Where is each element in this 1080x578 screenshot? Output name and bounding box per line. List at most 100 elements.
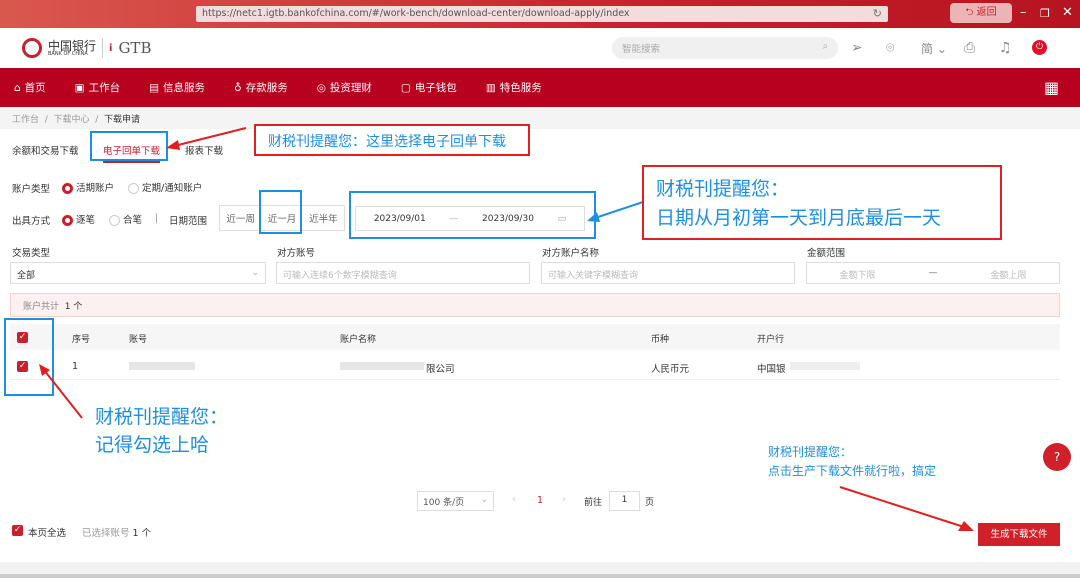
logout-icon[interactable]: ⏻ — [1032, 40, 1047, 55]
bell-icon[interactable]: ♫ — [999, 40, 1012, 56]
txn-type-label: 交易类型 — [12, 248, 51, 259]
prev-page-icon[interactable]: ‹ — [512, 494, 516, 505]
back-label: 返回 — [976, 7, 997, 18]
search-icon[interactable]: ⌕ — [823, 41, 828, 52]
range-week[interactable]: 近一周 — [226, 211, 255, 225]
col-no: 序号 — [72, 335, 91, 345]
radio-label: 逐笔 — [76, 215, 96, 226]
counter-name-label: 对方账户名称 — [542, 248, 600, 259]
nav-label: 信息服务 — [163, 82, 206, 94]
annotation-arrow — [166, 127, 247, 150]
language-label: 简 — [921, 42, 934, 56]
amount-max[interactable]: 金额上限 — [990, 268, 1026, 281]
page-select-all-checkbox[interactable]: ✓ — [12, 525, 23, 536]
amount-min[interactable]: 金额下限 — [839, 268, 875, 281]
nav-investment[interactable]: ◎ 投资理财 — [317, 80, 372, 95]
page-suffix: 页 — [645, 498, 655, 508]
summary-label: 账户共计 — [23, 302, 60, 312]
location-icon[interactable]: ⌾ — [886, 40, 894, 56]
col-bank: 开户行 — [757, 335, 785, 345]
redaction — [790, 362, 860, 370]
search-placeholder: 智能搜索 — [622, 44, 661, 55]
nav-label: 存款服务 — [245, 82, 288, 94]
reload-icon[interactable]: ↻ — [873, 7, 882, 20]
page-bottom — [0, 562, 1080, 578]
radio-itemized[interactable]: 逐笔 — [62, 212, 95, 226]
help-button[interactable]: ? — [1043, 443, 1071, 471]
table-header — [10, 324, 1060, 350]
logo-en: BANK OF CHINA — [48, 50, 88, 57]
print-icon[interactable]: ⎙ — [964, 40, 975, 56]
summary-count: 1 个 — [64, 302, 83, 312]
next-page-icon[interactable]: › — [562, 494, 566, 505]
crumb-download-center[interactable]: 下载中心 — [54, 115, 90, 125]
apps-grid-icon[interactable]: ▦ — [1044, 78, 1059, 97]
account-type-label: 账户类型 — [12, 184, 51, 195]
hint-line: 财税刊提醒您： — [95, 406, 229, 428]
amount-range-label: 金额范围 — [807, 248, 846, 259]
minimize-icon[interactable]: – — [1020, 5, 1027, 20]
nav-label: 特色服务 — [499, 82, 542, 94]
restore-icon[interactable]: ❐ — [1040, 7, 1050, 20]
counter-account-input[interactable]: 可输入连续6个数字模糊查询 — [276, 262, 530, 284]
annotation-generate-hint: 财税刊提醒您： 点击生产下载文件就行啦，搞定 — [768, 443, 936, 481]
nav-workbench[interactable]: ▣ 工作台 — [75, 80, 120, 95]
annotation-arrow — [839, 486, 974, 531]
cell-account-redacted — [129, 362, 195, 370]
radio-fixed-account[interactable]: 定期/通知账户 — [128, 180, 202, 194]
nav-special-services[interactable]: ▥ 特色服务 — [486, 80, 542, 95]
txn-type-select[interactable]: 全部 ⌄ — [10, 262, 266, 284]
selected-info: 已选择账号 1 个 — [82, 525, 151, 539]
hint-line: 日期从月初第一天到月底最后一天 — [656, 207, 942, 229]
close-icon[interactable]: ✕ — [1062, 5, 1073, 20]
tab-balance-transaction[interactable]: 余额和交易下载 — [12, 143, 79, 157]
nav-deposit-services[interactable]: ♁ 存款服务 — [234, 80, 288, 95]
back-button[interactable]: ⮌ 返回 — [950, 3, 1012, 23]
url-text: https://netc1.igtb.bankofchina.com/#/wor… — [202, 8, 630, 19]
search-input[interactable]: 智能搜索 ⌕ — [612, 37, 838, 59]
chevron-down-icon: ⌄ — [480, 495, 488, 505]
nav-e-wallet[interactable]: ▢ 电子钱包 — [401, 80, 457, 95]
selected-label: 已选择账号 — [82, 528, 130, 539]
counter-name-input[interactable]: 可输入关键字模糊查询 — [541, 262, 795, 284]
nav-label: 工作台 — [88, 82, 121, 94]
goto-page-input[interactable]: 1 — [609, 491, 640, 511]
redaction — [340, 362, 424, 370]
nav-label: 电子钱包 — [414, 82, 457, 94]
cell-currency: 人民币元 — [651, 364, 690, 375]
range-half-year[interactable]: 近半年 — [309, 211, 338, 225]
goto-label: 前往 — [584, 498, 603, 508]
nav-home[interactable]: ⌂ 首页 — [14, 80, 46, 95]
issue-method-label: 出具方式 — [12, 216, 51, 227]
generate-file-button[interactable]: 生成下载文件 — [978, 523, 1060, 546]
radio-combined[interactable]: 合笔 — [109, 212, 142, 226]
annotation-date-hint: 财税刊提醒您： 日期从月初第一天到月底最后一天 — [642, 165, 1002, 240]
radio-label: 活期账户 — [76, 183, 115, 194]
page-current[interactable]: 1 — [537, 495, 543, 506]
account-summary: 账户共计 1 个 — [10, 293, 1060, 317]
selected-count: 1 个 — [132, 528, 152, 539]
hint-line: 点击生产下载文件就行啦，搞定 — [768, 464, 937, 478]
annotation-arrow — [39, 364, 83, 419]
product-logo: GTB — [118, 39, 152, 57]
send-icon[interactable]: ➢ — [851, 40, 863, 56]
address-bar[interactable]: https://netc1.igtb.bankofchina.com/#/wor… — [196, 6, 888, 22]
col-account: 账号 — [129, 335, 148, 345]
date-range-label: 日期范围 — [169, 216, 208, 227]
radio-label: 定期/通知账户 — [142, 183, 203, 194]
select-value: 全部 — [17, 271, 36, 281]
page-size-select[interactable]: 100 条/页 ⌄ — [417, 491, 494, 511]
language-select[interactable]: 简 ⌄ — [921, 40, 947, 57]
app-header — [0, 28, 1080, 68]
hint-line: 记得勾选上哈 — [95, 434, 210, 456]
nav-label: 投资理财 — [329, 82, 372, 94]
nav-info-services[interactable]: ▤ 信息服务 — [149, 80, 205, 95]
page-select-all-label[interactable]: 本页全选 — [28, 525, 66, 539]
crumb-workbench[interactable]: 工作台 — [12, 115, 39, 125]
bank-logo[interactable]: 中国银行 BANK OF CHINA i GTB — [22, 38, 151, 58]
counter-account-label: 对方账号 — [277, 248, 316, 259]
tab-e-receipt[interactable]: 电子回单下载 — [103, 143, 161, 163]
radio-current-account[interactable]: 活期账户 — [62, 180, 114, 194]
page-size-value: 100 条/页 — [423, 498, 465, 508]
amount-range-input[interactable]: 金额下限 — 金额上限 — [806, 262, 1060, 284]
